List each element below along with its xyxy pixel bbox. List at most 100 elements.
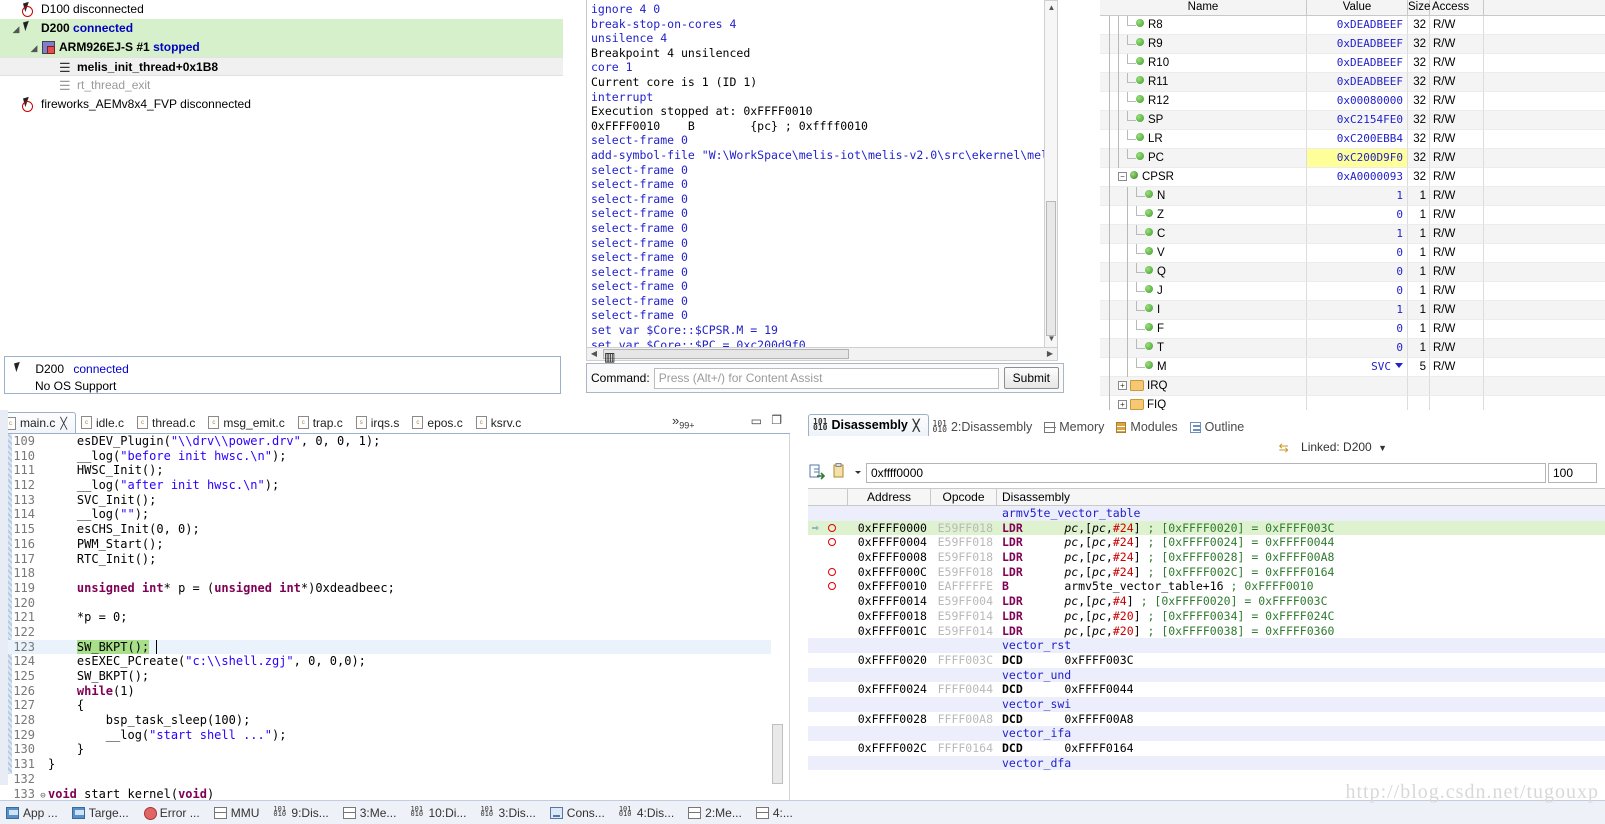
disassembly-markers[interactable] <box>808 579 848 594</box>
breakpoint-icon[interactable] <box>828 538 836 547</box>
register-row[interactable]: J 0 1 R/W <box>1100 282 1605 301</box>
linked-context[interactable]: ⇆ Linked: D200 ▼ <box>1279 440 1387 454</box>
register-row[interactable]: Z 0 1 R/W <box>1100 206 1605 225</box>
code-line[interactable]: 122 <box>0 625 772 640</box>
register-value[interactable]: 1 <box>1307 301 1408 320</box>
code-line[interactable]: 112 __log("after init hwsc.\n"); <box>0 478 772 493</box>
code-line[interactable]: 114 __log(""); <box>0 507 772 522</box>
register-value[interactable]: 0xDEADBEEF <box>1307 35 1408 54</box>
disassembly-markers[interactable] <box>808 653 848 668</box>
expand-icon[interactable]: + <box>1118 381 1127 390</box>
register-row[interactable]: Q 0 1 R/W <box>1100 263 1605 282</box>
console-output[interactable]: ignore 4 0 break-stop-on-cores 4 unsilence… <box>586 0 1044 348</box>
column-name[interactable]: Name <box>1100 0 1307 15</box>
column-disassembly[interactable]: Disassembly <box>997 489 1605 505</box>
code-line[interactable]: 133 ⊖ void start_kernel(void) <box>0 787 772 802</box>
editor-tab-trap-c[interactable]: c trap.c <box>294 412 351 433</box>
disassembly-tab-Outline[interactable]: Outline <box>1186 420 1253 436</box>
register-value[interactable]: 0xDEADBEEF <box>1307 16 1408 35</box>
disassembly-row[interactable]: 0xFFFF0018 E59FF014 LDR pc,[pc,#20] ; [0xF… <box>808 609 1605 624</box>
register-row[interactable]: V 0 1 R/W <box>1100 244 1605 263</box>
minimize-editor-button[interactable]: ▭ <box>751 414 762 428</box>
status-bar-item[interactable]: App ... <box>6 806 58 820</box>
disassembly-tab-Memory[interactable]: Memory <box>1040 420 1112 436</box>
register-row[interactable]: PC 0xC200D9F0 32 R/W <box>1100 149 1605 168</box>
breakpoint-icon[interactable] <box>828 582 836 591</box>
disassembly-tab-bar[interactable]: 101 010 Disassembly ╳ 101 010 2:Disassembly Mem… <box>808 412 1252 436</box>
register-value[interactable]: 0xC200EBB4 <box>1307 130 1408 149</box>
disassembly-markers[interactable]: ⇨ <box>808 521 848 536</box>
debug-tree-row[interactable]: D100 disconnected <box>0 0 563 19</box>
register-value[interactable]: 0 <box>1307 339 1408 358</box>
chevron-down-icon[interactable] <box>852 463 864 483</box>
disassembly-markers[interactable] <box>808 565 848 580</box>
source-editor[interactable]: c main.c ╳ c idle.c c thread.c c msg_emit.c c trap… <box>0 410 790 824</box>
code-line[interactable]: 110 __log("before init hwsc.\n"); <box>0 449 772 464</box>
disassembly-row[interactable]: 0xFFFF000C E59FF018 LDR pc,[pc,#24] ; [0xF… <box>808 565 1605 580</box>
editor-tab-msg_emit-c[interactable]: c msg_emit.c <box>204 412 292 433</box>
register-value[interactable]: 0 <box>1307 244 1408 263</box>
code-line[interactable]: 126 while(1) <box>0 684 772 699</box>
register-value[interactable]: 0 <box>1307 282 1408 301</box>
register-value[interactable]: 0xDEADBEEF <box>1307 73 1408 92</box>
code-line[interactable]: 128 bsp_task_sleep(100); <box>0 713 772 728</box>
code-line[interactable]: 116 PWM_Start(); <box>0 537 772 552</box>
column-size[interactable]: Size <box>1408 0 1430 15</box>
status-bar-item[interactable]: Targe... <box>71 806 129 820</box>
disassembly-markers[interactable] <box>808 594 848 609</box>
console-horizontal-scrollbar[interactable]: ◀ ▥ ▶ <box>586 347 1058 364</box>
code-line[interactable]: 129 __log("start shell ..."); <box>0 728 772 743</box>
scroll-up-icon[interactable]: ▲ <box>1047 3 1056 12</box>
code-line[interactable]: 125 SW_BKPT(); <box>0 669 772 684</box>
instruction-count-input[interactable]: 100 <box>1548 462 1597 483</box>
disassembly-tab-2-Disassembly[interactable]: 101 010 2:Disassembly <box>929 420 1041 436</box>
editor-tab-idle-c[interactable]: c idle.c <box>77 412 132 433</box>
register-row[interactable]: SP 0xC2154FE0 32 R/W <box>1100 111 1605 130</box>
status-bar-item[interactable]: 101 010 4:Dis... <box>619 805 674 820</box>
register-value[interactable]: 0xC2154FE0 <box>1307 111 1408 130</box>
expand-icon[interactable]: + <box>1118 400 1127 409</box>
code-line[interactable]: 111 HWSC_Init(); <box>0 463 772 478</box>
disassembly-row[interactable]: 0xFFFF0024 FFFF0044 DCD 0xFFFF0044 <box>808 682 1605 697</box>
code-line[interactable]: 132 <box>0 772 772 787</box>
registers-view[interactable]: Name Value Size Access R8 0xDEADBEEF 32 R/W… <box>1100 0 1605 415</box>
disassembly-row[interactable]: 0xFFFF001C E59FF014 LDR pc,[pc,#20] ; [0xF… <box>808 624 1605 639</box>
code-line[interactable]: 109 esDEV_Plugin("\\drv\\power.drv", 0, … <box>0 434 772 449</box>
register-row[interactable]: LR 0xC200EBB4 32 R/W <box>1100 130 1605 149</box>
editor-overflow-tabs[interactable]: »99+ <box>672 413 695 431</box>
disassembly-markers[interactable] <box>808 609 848 624</box>
disassembly-view[interactable]: 101 010 Disassembly ╳ 101 010 2:Disassembly Mem… <box>800 410 1605 785</box>
code-line[interactable]: 119 unsigned int* p = (unsigned int*)0xd… <box>0 581 772 596</box>
status-bar-item[interactable]: Cons... <box>549 806 605 820</box>
register-row[interactable]: T 0 1 R/W <box>1100 339 1605 358</box>
scrollbar-thumb[interactable]: ▥ <box>603 349 849 364</box>
disassembly-row[interactable]: 0xFFFF0028 FFFF00A8 DCD 0xFFFF00A8 <box>808 712 1605 727</box>
disassembly-row[interactable]: 0xFFFF002C FFFF0164 DCD 0xFFFF0164 <box>808 741 1605 756</box>
status-bar-item[interactable]: MMU <box>213 806 259 820</box>
goto-pc-icon[interactable] <box>808 463 828 483</box>
command-input[interactable]: Press (Alt+/) for Content Assist <box>653 367 999 389</box>
disassembly-rows[interactable]: armv5te_vector_table ⇨ 0xFFFF0000 E59FF018 L… <box>808 506 1605 771</box>
editor-vertical-scrollbar[interactable] <box>771 434 784 824</box>
disassembly-table[interactable]: Address Opcode Disassembly armv5te_vecto… <box>808 488 1605 776</box>
register-row[interactable]: R10 0xDEADBEEF 32 R/W <box>1100 54 1605 73</box>
register-row[interactable]: C 1 1 R/W <box>1100 225 1605 244</box>
scrollbar-thumb[interactable] <box>772 724 783 784</box>
disassembly-row[interactable]: 0xFFFF0008 E59FF018 LDR pc,[pc,#24] ; [0xF… <box>808 550 1605 565</box>
disassembly-row[interactable]: 0xFFFF0004 E59FF018 LDR pc,[pc,#24] ; [0xF… <box>808 535 1605 550</box>
tree-expander[interactable]: ◢ <box>28 39 40 58</box>
breakpoint-icon[interactable] <box>828 567 836 576</box>
scroll-left-icon[interactable]: ◀ <box>588 349 600 359</box>
status-bar-item[interactable]: 3:Me... <box>342 806 396 820</box>
copy-icon[interactable] <box>830 462 850 483</box>
console-vertical-scrollbar[interactable]: ▲ ▼ <box>1044 0 1058 348</box>
registers-rows[interactable]: R8 0xDEADBEEF 32 R/W R9 0xDEADBEEF 32 R/W R10 0xD… <box>1100 16 1605 415</box>
register-row[interactable]: R12 0x00080000 32 R/W <box>1100 92 1605 111</box>
register-row[interactable]: + IRQ <box>1100 377 1605 396</box>
editor-tab-irqs-s[interactable]: s irqs.s <box>352 412 408 433</box>
register-value[interactable]: 1 <box>1307 225 1408 244</box>
register-value[interactable]: 0 <box>1307 206 1408 225</box>
disassembly-markers[interactable] <box>808 682 848 697</box>
editor-tab-main-c[interactable]: c main.c ╳ <box>0 412 76 433</box>
debug-tree-row[interactable]: ◢ ARM926EJ-S #1 stopped <box>0 38 563 57</box>
